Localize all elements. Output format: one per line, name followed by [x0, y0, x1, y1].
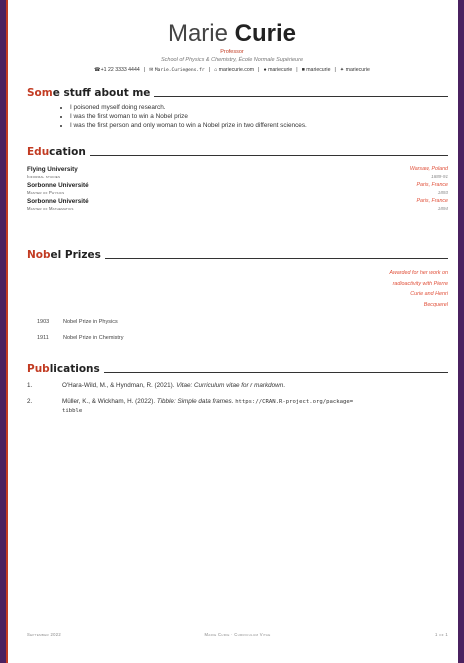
about-list: I poisoned myself doing research. I was …	[27, 103, 448, 130]
section-title-education: Edu cation	[27, 146, 448, 158]
section-education: Edu cation Flying University Informal stu…	[27, 146, 448, 214]
separator: |	[208, 67, 211, 73]
cv-header: Marie Curie Professor School of Physics …	[6, 20, 458, 73]
github-link[interactable]: ● mariecurie	[263, 67, 292, 73]
education-entry: Sorbonne Université Master of Mathematic…	[27, 198, 448, 214]
dates: 1889-91	[431, 174, 448, 179]
position-title: Professor	[220, 49, 244, 55]
separator: |	[258, 67, 260, 73]
section-title-publications: Pub lications	[27, 363, 448, 375]
twitter-icon: ✦	[339, 67, 345, 73]
page-footer: September 2022 Marie Curie · Curriculum …	[27, 632, 448, 637]
education-entry: Flying University Informal studies Warsa…	[27, 166, 448, 182]
publication-authors: Müller, K., & Wickham, H. (2022).	[62, 398, 156, 405]
page-edge-accent	[6, 0, 8, 663]
section-rule	[104, 258, 448, 259]
section-prizes: Nob el Prizes Awarded for her work on rad…	[27, 249, 448, 359]
publication-title: Tibble: Simple data frames	[156, 398, 232, 405]
footer-page-number: 1 of 1	[435, 632, 448, 637]
publication-authors: O'Hara-Wild, M., & Hyndman, R. (2021).	[62, 382, 175, 389]
institution: Sorbonne Université	[27, 198, 89, 205]
address: School of Physics & Chemistry, École Nor…	[160, 57, 304, 63]
institution: Sorbonne Université	[27, 182, 89, 189]
publication-number: 2.	[27, 398, 33, 405]
list-item: I was the first person and only woman to…	[70, 121, 448, 130]
contact-bar: ☎+1 22 3333 4444 | ✉ Marie.Curie@ens.fr | ⌂ …	[6, 67, 458, 73]
last-name: Curie	[234, 20, 297, 47]
education-list: Flying University Informal studies Warsa…	[27, 166, 448, 214]
prize-title: Nobel Prize in Chemistry	[63, 335, 124, 341]
degree: Informal studies	[27, 174, 61, 179]
email-contact[interactable]: ✉ Marie.Curie@ens.fr	[149, 67, 205, 73]
degree: Master of Physics	[27, 190, 65, 195]
location: Paris, France	[416, 198, 449, 204]
cv-page: Marie Curie Professor School of Physics …	[6, 0, 458, 663]
full-name: Marie Curie	[6, 20, 458, 48]
location: Paris, France	[416, 182, 449, 188]
separator: |	[296, 67, 298, 73]
section-title-about: Som e stuff about me	[27, 87, 448, 99]
home-icon: ⌂	[214, 67, 218, 73]
footer-center: Marie Curie · Curriculum Vitae	[204, 632, 271, 637]
section-title-prizes: Nob el Prizes	[27, 249, 448, 261]
section-publications: Pub lications 1. O'Hara-Wild, M., & Hyndm…	[27, 363, 448, 423]
email-icon: ✉	[149, 67, 154, 73]
degree: Master of Mathematics	[27, 206, 74, 211]
section-rule	[103, 372, 448, 373]
institution: Flying University	[27, 166, 78, 173]
list-item: I poisoned myself doing research.	[70, 103, 448, 112]
section-rule	[89, 155, 448, 156]
publication-number: 1.	[27, 382, 33, 389]
prize-year: 1903	[37, 319, 50, 325]
separator: |	[334, 67, 336, 73]
prize-note: Awarded for her work on radioactivity wi…	[389, 270, 448, 308]
location: Warsaw, Poland	[409, 166, 448, 172]
linkedin-link[interactable]: ■ mariecurie	[302, 67, 331, 73]
dates: 1894	[437, 206, 448, 211]
linkedin-icon: ■	[301, 67, 305, 73]
website-link[interactable]: ⌂ mariecurie.com	[214, 67, 254, 73]
education-entry: Sorbonne Université Master of Physics Pa…	[27, 182, 448, 198]
prize-title: Nobel Prize in Physics	[63, 319, 118, 325]
publication-url-cont[interactable]: tibble	[62, 408, 82, 414]
prize-entry: 1911 Nobel Prize in Chemistry	[37, 335, 124, 341]
prize-entry: 1903 Nobel Prize in Physics	[37, 319, 118, 325]
prize-year: 1911	[37, 335, 49, 341]
list-item: I was the first woman to win a Nobel pri…	[70, 112, 448, 121]
separator: |	[143, 67, 146, 73]
first-name: Marie	[167, 20, 228, 47]
twitter-link[interactable]: ✦ mariecurie	[340, 67, 370, 73]
publication-title: Vitae: Curriculum vitae for r markdown	[176, 382, 284, 389]
github-icon: ●	[263, 67, 267, 73]
phone-contact[interactable]: ☎+1 22 3333 4444	[94, 67, 140, 73]
publication-url[interactable]: https://CRAN.R-project.org/package=	[235, 399, 353, 405]
section-rule	[154, 96, 448, 97]
section-about: Some stuff about me I poisoned myself do…	[27, 87, 448, 130]
dates: 1893	[437, 190, 448, 195]
